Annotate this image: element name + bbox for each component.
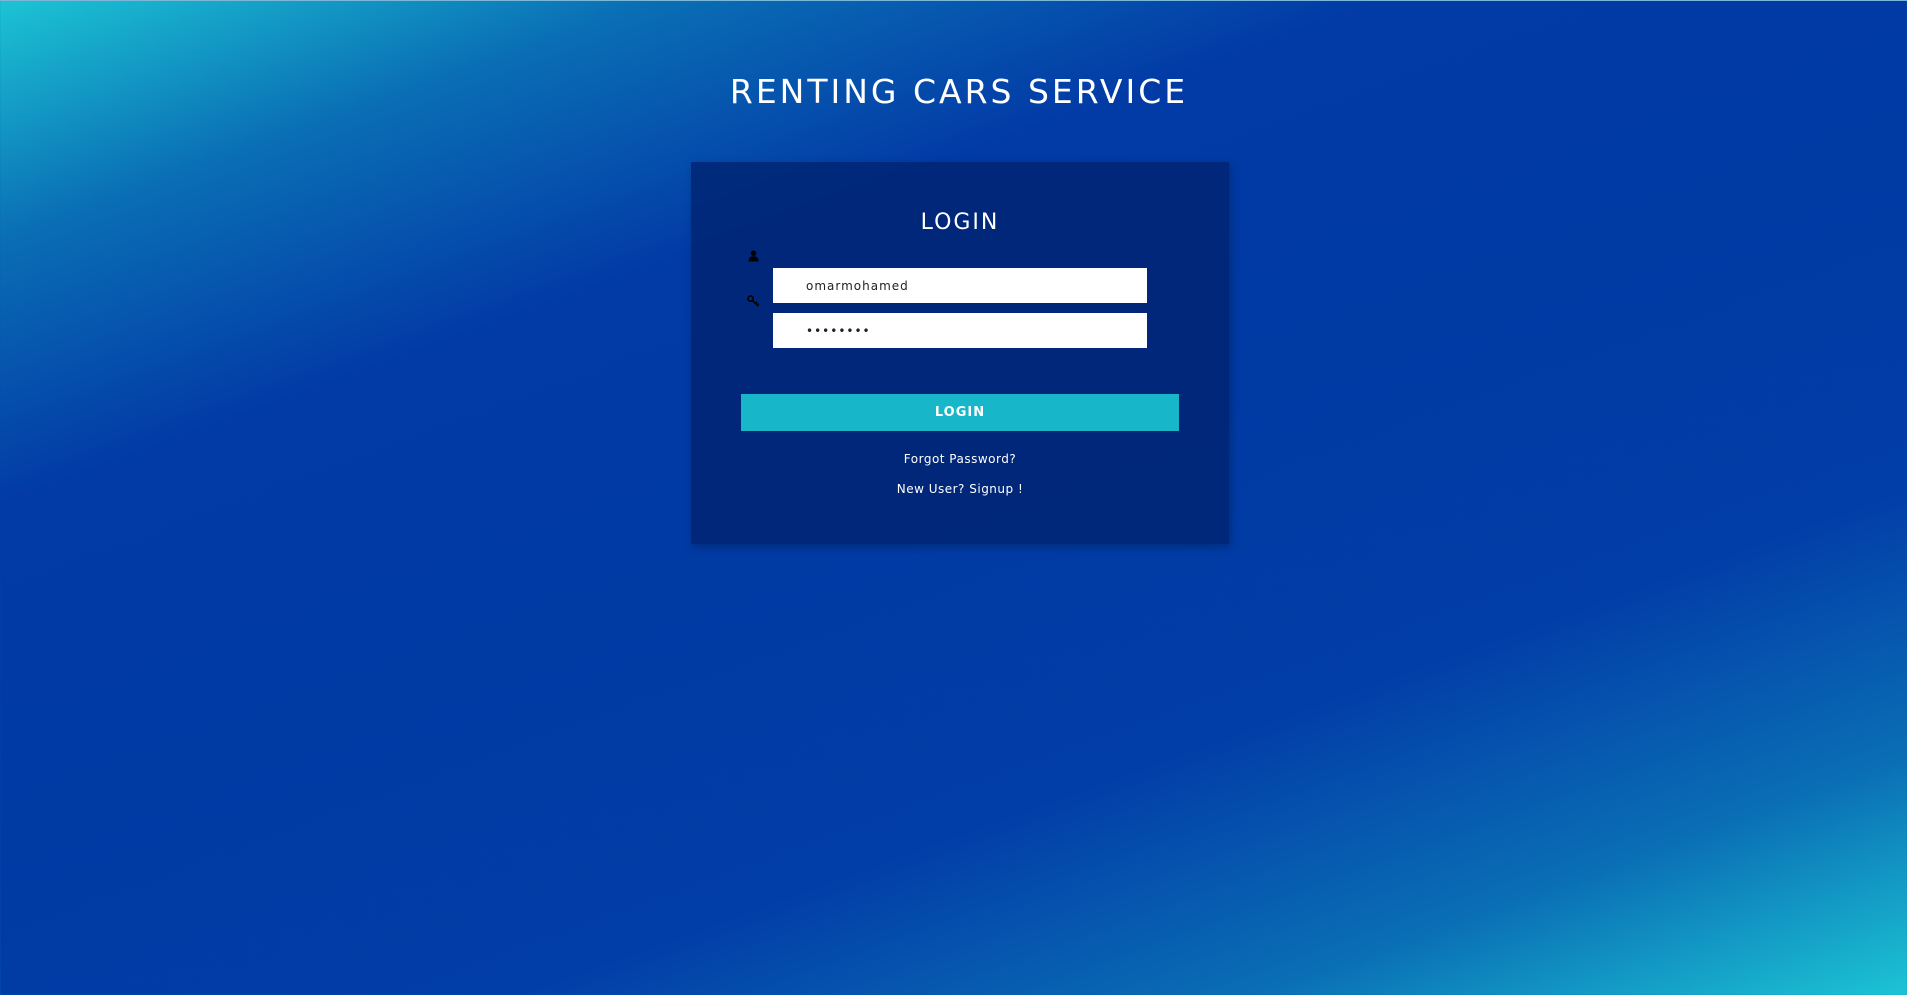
user-icon — [744, 247, 762, 265]
login-title: LOGIN — [920, 210, 1000, 235]
username-input[interactable] — [773, 268, 1147, 303]
login-card: LOGIN LOGIN Forgot Password? New User? S… — [691, 162, 1229, 544]
site-title: RENTING CARS SERVICE — [729, 72, 1189, 111]
top-border-line — [0, 0, 1907, 1]
signup-link[interactable]: New User? Signup ! — [691, 482, 1229, 496]
key-icon — [744, 292, 762, 310]
password-input[interactable] — [773, 313, 1147, 348]
login-button[interactable]: LOGIN — [741, 394, 1179, 431]
forgot-password-link[interactable]: Forgot Password? — [691, 452, 1229, 466]
